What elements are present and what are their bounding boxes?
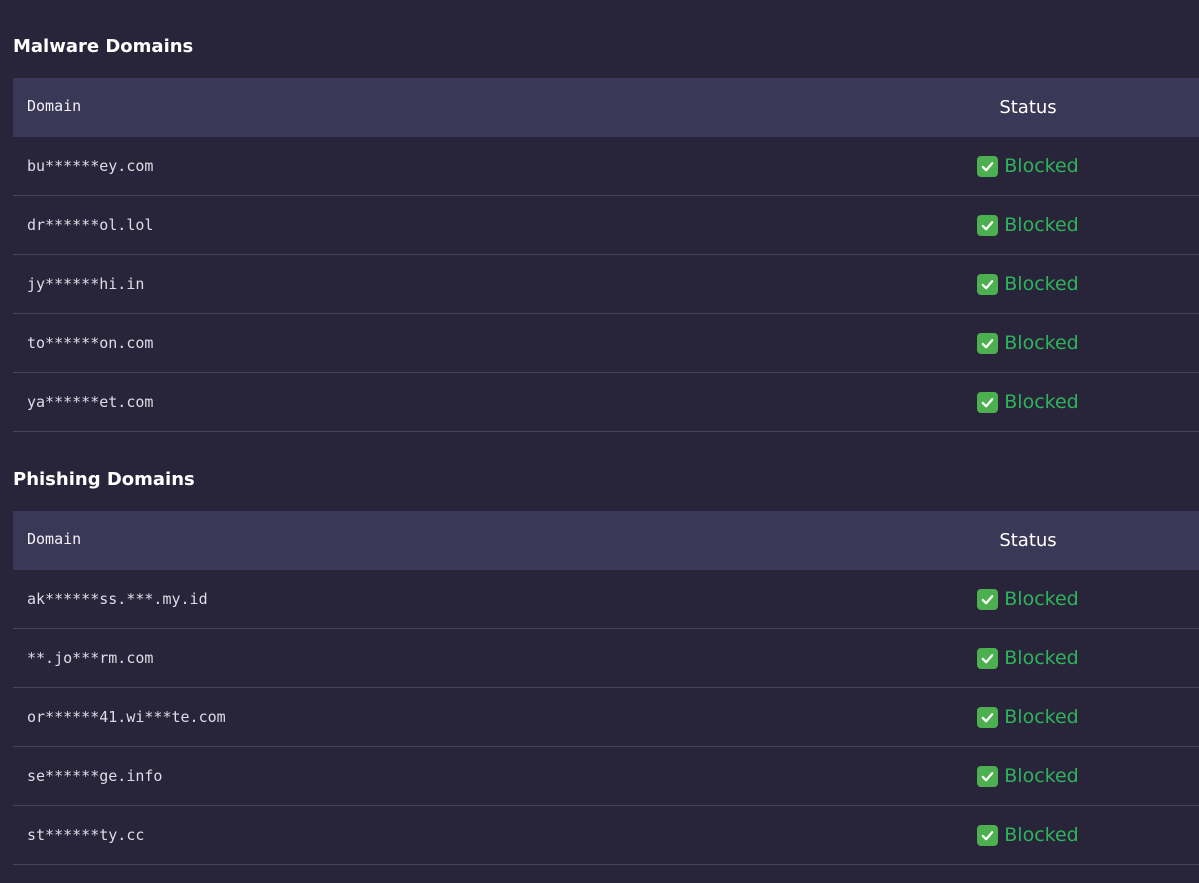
status-text: Blocked — [1004, 391, 1079, 413]
status-cell: Blocked — [928, 137, 1128, 195]
domain-cell: dr******ol.lol — [27, 216, 154, 234]
status-text: Blocked — [1004, 588, 1079, 610]
check-mark-icon — [977, 332, 999, 354]
table-header: Domain Status — [13, 511, 1199, 570]
status-text: Blocked — [1004, 706, 1079, 728]
table-row: st******ty.cc Blocked — [13, 806, 1199, 865]
check-mark-icon — [977, 391, 999, 413]
table-row: ya******et.com Blocked — [13, 373, 1199, 432]
check-mark-icon — [977, 647, 999, 669]
section-title: Phishing Domains — [13, 469, 195, 490]
column-header-status: Status — [999, 530, 1057, 551]
status-text: Blocked — [1004, 647, 1079, 669]
table-header: Domain Status — [13, 78, 1199, 137]
status-text: Blocked — [1004, 273, 1079, 295]
status-cell: Blocked — [928, 688, 1128, 746]
check-mark-icon — [977, 214, 999, 236]
domain-cell: or******41.wi***te.com — [27, 708, 226, 726]
status-cell: Blocked — [928, 314, 1128, 372]
column-header-status: Status — [999, 97, 1057, 118]
domain-cell: st******ty.cc — [27, 826, 145, 844]
domain-cell: ak******ss.***.my.id — [27, 590, 208, 608]
status-cell: Blocked — [928, 806, 1128, 864]
status-cell: Blocked — [928, 629, 1128, 687]
table-row: se******ge.info Blocked — [13, 747, 1199, 806]
check-mark-icon — [977, 588, 999, 610]
column-header-domain: Domain — [27, 530, 82, 548]
check-mark-icon — [977, 706, 999, 728]
table-row: dr******ol.lol Blocked — [13, 196, 1199, 255]
column-header-domain: Domain — [27, 97, 82, 115]
status-text: Blocked — [1004, 332, 1079, 354]
status-text: Blocked — [1004, 824, 1079, 846]
status-cell: Blocked — [928, 570, 1128, 628]
domain-cell: jy******hi.in — [27, 275, 145, 293]
check-mark-icon — [977, 155, 999, 177]
status-cell: Blocked — [928, 373, 1128, 431]
domain-cell: ya******et.com — [27, 393, 154, 411]
table-row: or******41.wi***te.com Blocked — [13, 688, 1199, 747]
section-title: Malware Domains — [13, 36, 194, 57]
table-row: **.jo***rm.com Blocked — [13, 629, 1199, 688]
status-text: Blocked — [1004, 214, 1079, 236]
domain-cell: se******ge.info — [27, 767, 163, 785]
check-mark-icon — [977, 273, 999, 295]
status-cell: Blocked — [928, 747, 1128, 805]
status-text: Blocked — [1004, 765, 1079, 787]
check-mark-icon — [977, 824, 999, 846]
domain-cell: bu******ey.com — [27, 157, 154, 175]
table-row: to******on.com Blocked — [13, 314, 1199, 373]
status-text: Blocked — [1004, 155, 1079, 177]
phishing-domains-table: Domain Status ak******ss.***.my.id Block… — [13, 511, 1199, 865]
domain-cell: to******on.com — [27, 334, 154, 352]
table-row: ak******ss.***.my.id Blocked — [13, 570, 1199, 629]
malware-domains-table: Domain Status bu******ey.com Blocked dr*… — [13, 78, 1199, 432]
status-cell: Blocked — [928, 255, 1128, 313]
table-row: jy******hi.in Blocked — [13, 255, 1199, 314]
check-mark-icon — [977, 765, 999, 787]
status-cell: Blocked — [928, 196, 1128, 254]
table-row: bu******ey.com Blocked — [13, 137, 1199, 196]
domain-cell: **.jo***rm.com — [27, 649, 154, 667]
